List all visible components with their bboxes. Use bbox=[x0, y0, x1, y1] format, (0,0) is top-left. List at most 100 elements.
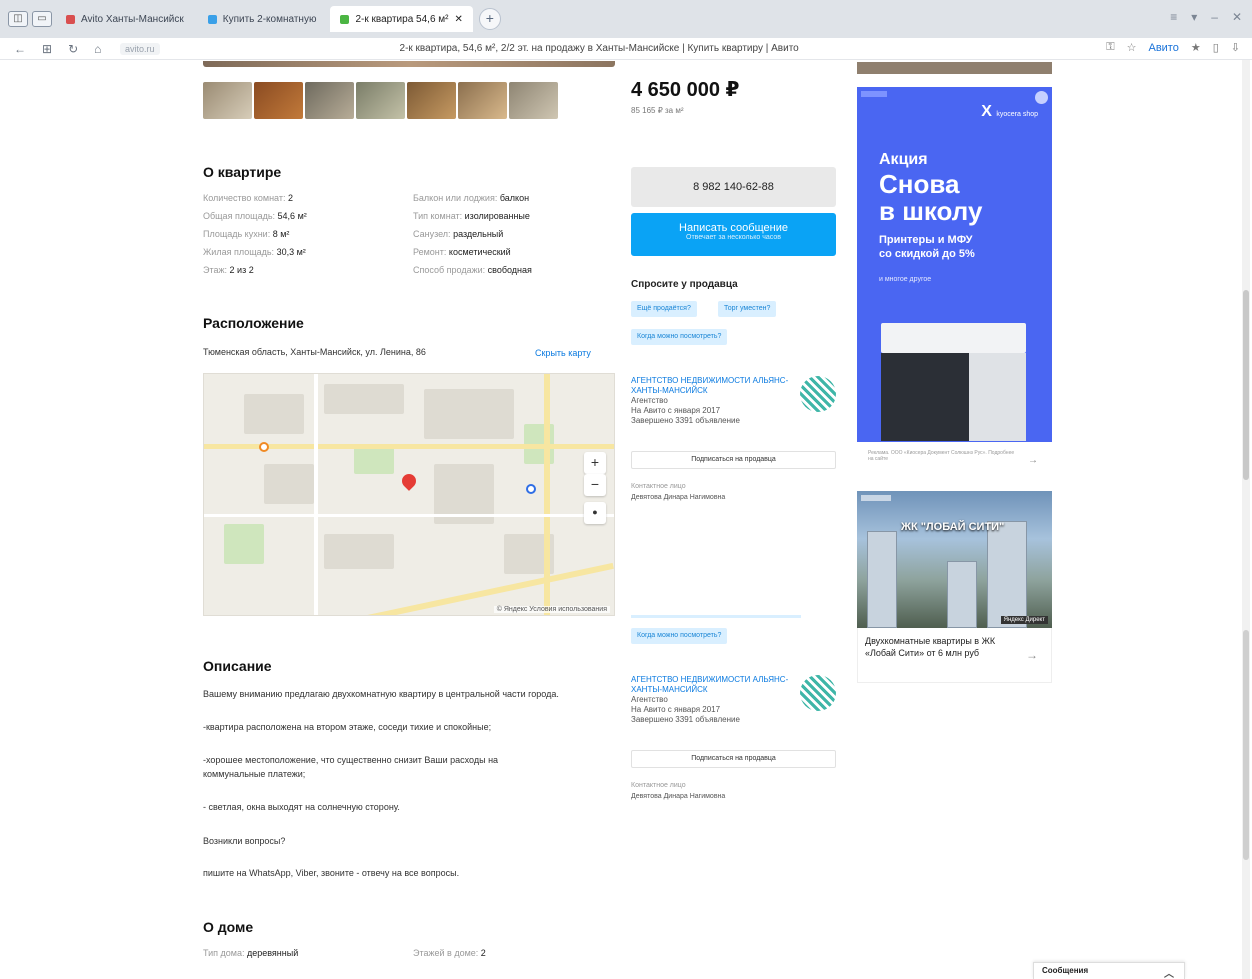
dropdown-icon[interactable]: ▾ bbox=[1191, 10, 1197, 24]
divider bbox=[631, 615, 801, 618]
site-link[interactable]: Авито bbox=[1148, 42, 1178, 54]
section-title-about: О квартире bbox=[203, 164, 282, 180]
write-message-sub: Отвечает за несколько часов bbox=[686, 234, 781, 241]
seller-completed: Завершено 3391 объявление bbox=[631, 715, 740, 724]
about-props-left: Количество комнат: 2 Общая площадь: 54,6… bbox=[203, 189, 307, 279]
page-scrollbar[interactable] bbox=[1242, 60, 1250, 979]
seller-logo[interactable] bbox=[800, 675, 836, 711]
ask-chip[interactable]: Ещё продаётся? bbox=[631, 301, 697, 317]
grid-icon[interactable]: ⊞ bbox=[42, 42, 52, 56]
arrow-right-icon[interactable]: → bbox=[1026, 648, 1038, 662]
price: 4 650 000 ₽ bbox=[631, 79, 740, 101]
ad-photo-text[interactable]: Двухкомнатные квартиры в ЖК «Лобай Сити»… bbox=[865, 635, 1005, 659]
description-line: - светлая, окна выходят на солнечную сто… bbox=[203, 802, 400, 812]
write-message-button[interactable]: Написать сообщение Отвечает за несколько… bbox=[631, 213, 836, 256]
ad-disclaimer: Реклама. ООО «Киосера Документ Солюшнз Р… bbox=[868, 450, 1015, 462]
ad-photo-label: ЖК "ЛОБАЙ СИТИ" bbox=[901, 521, 1005, 533]
photo-thumbnail[interactable] bbox=[458, 82, 507, 119]
browser-tab-active[interactable]: 2-к квартира 54,6 м² ✕ bbox=[330, 6, 473, 32]
menu-icon[interactable]: ≡ bbox=[1170, 10, 1177, 24]
seller-type: Агентство bbox=[631, 695, 668, 704]
photo-thumbnail[interactable] bbox=[254, 82, 303, 119]
seller-info: АГЕНТСТВО НЕДВИЖИМОСТИ АЛЬЯНС-ХАНТЫ-МАНС… bbox=[631, 376, 791, 426]
subscribe-seller-button[interactable]: Подписаться на продавца bbox=[631, 451, 836, 469]
messages-panel[interactable]: Сообщения ︿ bbox=[1033, 962, 1185, 979]
close-window-icon[interactable]: ✕ bbox=[1232, 10, 1242, 24]
tab-label: 2-к квартира 54,6 м² bbox=[355, 13, 449, 25]
seller-info: АГЕНТСТВО НЕДВИЖИМОСТИ АЛЬЯНС-ХАНТЫ-МАНС… bbox=[631, 675, 791, 725]
key-icon[interactable]: ⚿ bbox=[1106, 41, 1114, 54]
page-icon[interactable]: ▯ bbox=[1213, 41, 1219, 54]
contact-person: Контактное лицо Девятова Динара Нагимовн… bbox=[631, 481, 725, 503]
section-title-description: Описание bbox=[203, 658, 272, 674]
star-icon[interactable]: ★ bbox=[1191, 41, 1201, 54]
prop-row: Санузел: раздельный bbox=[413, 229, 504, 239]
reload-icon[interactable]: ↻ bbox=[68, 42, 78, 56]
minimize-icon[interactable]: – bbox=[1211, 10, 1218, 24]
tab-groups-icon[interactable]: ▭ bbox=[32, 11, 52, 27]
prop-row: Общая площадь: 54,6 м² bbox=[203, 211, 307, 221]
photo-thumbnail[interactable] bbox=[407, 82, 456, 119]
new-tab-button[interactable]: + bbox=[478, 8, 501, 30]
scrollbar-thumb[interactable] bbox=[1243, 290, 1249, 480]
browser-tab[interactable]: Купить 2-комнатную bbox=[198, 6, 327, 32]
tab-favicon-icon bbox=[340, 14, 350, 24]
photo-thumbnail[interactable] bbox=[203, 82, 252, 119]
browser-menu-icon[interactable]: ◫ bbox=[8, 11, 28, 27]
tab-label: Avito Ханты-Мансийск bbox=[81, 13, 184, 25]
back-icon[interactable]: ← bbox=[14, 42, 26, 56]
contact-person: Контактное лицо Девятова Динара Нагимовн… bbox=[631, 780, 725, 802]
map-copyright: © Яндекс Условия использования bbox=[493, 606, 610, 613]
description-line: коммунальные платежи; bbox=[203, 769, 306, 779]
map-poi-icon[interactable] bbox=[526, 484, 536, 494]
tab-close-icon[interactable]: ✕ bbox=[455, 14, 463, 25]
address-bar: ← ⊞ ↻ ⌂ avito.ru 2-к квартира, 54,6 м², … bbox=[0, 38, 1252, 60]
arrow-right-icon[interactable]: → bbox=[1028, 455, 1038, 466]
zoom-in-button[interactable]: + bbox=[584, 452, 606, 474]
ask-chip[interactable]: Когда можно посмотреть? bbox=[631, 329, 728, 345]
seller-name-link[interactable]: АГЕНТСТВО НЕДВИЖИМОСТИ АЛЬЯНС-ХАНТЫ-МАНС… bbox=[631, 675, 791, 695]
url-field[interactable]: 2-к квартира, 54,6 м², 2/2 эт. на продаж… bbox=[400, 43, 799, 54]
ad-small-text: и многое другое bbox=[879, 276, 932, 283]
chevron-up-icon[interactable]: ︿ bbox=[1164, 965, 1174, 979]
prop-row: Способ продажи: свободная bbox=[413, 265, 532, 275]
house-prop-right: Этажей в доме: 2 bbox=[413, 948, 486, 958]
photo-thumbnail[interactable] bbox=[305, 82, 354, 119]
subscribe-seller-button[interactable]: Подписаться на продавца bbox=[631, 750, 836, 768]
bookmark-icon[interactable]: ☆ bbox=[1127, 41, 1137, 54]
ad-heading-large: Снова в школу bbox=[879, 169, 983, 226]
price-per-meter: 85 165 ₽ за м² bbox=[631, 106, 684, 115]
locate-button[interactable]: ● bbox=[584, 502, 606, 524]
printer-image bbox=[881, 323, 1026, 441]
ad-banner-residential[interactable]: ЖК "ЛОБАЙ СИТИ" Яндекс Директ bbox=[857, 491, 1052, 628]
ask-chip[interactable]: Когда можно посмотреть? bbox=[631, 628, 728, 644]
ask-chip[interactable]: Торг уместен? bbox=[718, 301, 777, 317]
ad-banner-top[interactable] bbox=[857, 62, 1052, 74]
prop-row: Площадь кухни: 8 м² bbox=[203, 229, 290, 239]
show-phone-button[interactable]: 8 982 140-62-88 bbox=[631, 167, 836, 207]
url-chip[interactable]: avito.ru bbox=[120, 42, 160, 55]
prop-row: Ремонт: косметический bbox=[413, 247, 511, 257]
hide-map-link[interactable]: Скрыть карту bbox=[535, 348, 591, 358]
main-photo-edge[interactable] bbox=[203, 61, 615, 67]
zoom-out-button[interactable]: − bbox=[584, 474, 606, 496]
ad-banner-printers[interactable]: X kyocera shop Акция Снова в школу Принте… bbox=[857, 87, 1052, 442]
ad-subheading: Принтеры и МФУ со скидкой до 5% bbox=[879, 234, 975, 260]
description-line: Вашему вниманию предлагаю двухкомнатную … bbox=[203, 689, 559, 699]
map[interactable]: + − ● © Яндекс Условия использования bbox=[203, 373, 615, 616]
photo-thumbnail[interactable] bbox=[356, 82, 405, 119]
prop-row: Тип комнат: изолированные bbox=[413, 211, 530, 221]
download-icon[interactable]: ⇩ bbox=[1231, 41, 1240, 54]
seller-logo[interactable] bbox=[800, 376, 836, 412]
scrollbar-thumb[interactable] bbox=[1243, 630, 1249, 860]
browser-tab[interactable]: Avito Ханты-Мансийск bbox=[56, 6, 194, 32]
photo-thumbnail[interactable] bbox=[509, 82, 558, 119]
home-icon[interactable]: ⌂ bbox=[94, 42, 101, 56]
ad-mark bbox=[861, 91, 887, 97]
map-poi-icon[interactable] bbox=[259, 442, 269, 452]
house-prop-left: Тип дома: деревянный bbox=[203, 948, 299, 958]
contact-name: Девятова Динара Нагимовна bbox=[631, 793, 726, 800]
section-title-location: Расположение bbox=[203, 315, 304, 331]
prop-row: Жилая площадь: 30,3 м² bbox=[203, 247, 306, 257]
seller-name-link[interactable]: АГЕНТСТВО НЕДВИЖИМОСТИ АЛЬЯНС-ХАНТЫ-МАНС… bbox=[631, 376, 791, 396]
